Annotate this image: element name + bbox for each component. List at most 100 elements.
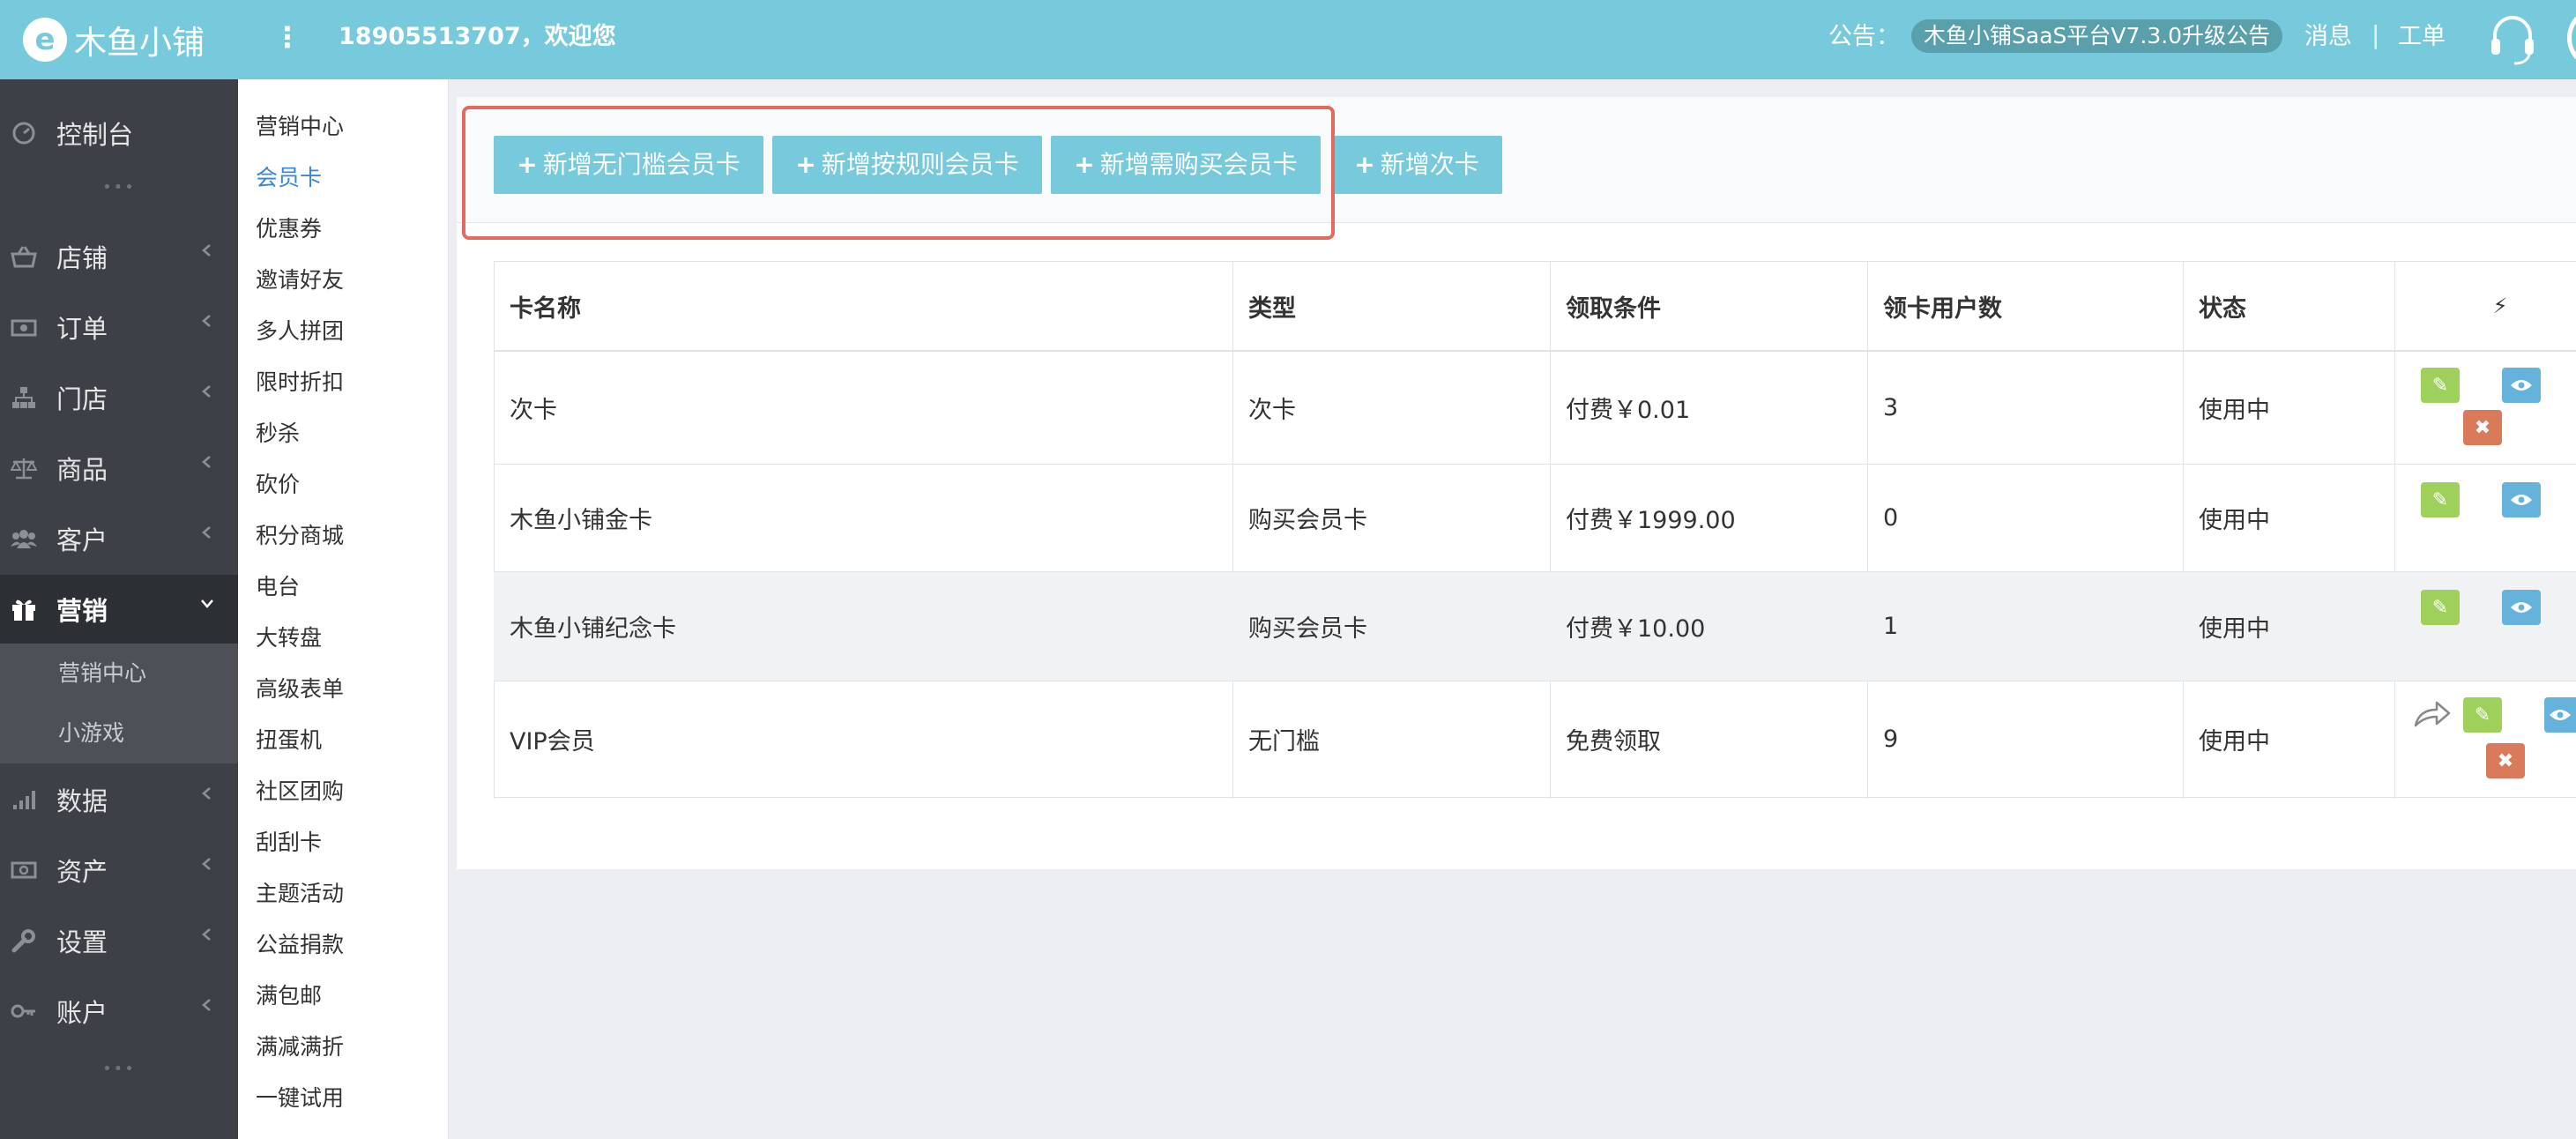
sidebar-subitem-mini-games[interactable]: 小游戏 <box>0 704 238 763</box>
submenu-item[interactable]: 高级表单 <box>256 674 344 705</box>
chevron-left-icon <box>202 999 211 1011</box>
sidebar-item-label: 账户 <box>56 998 108 1028</box>
submenu-item[interactable]: 大转盘 <box>256 622 322 654</box>
menu-toggle-icon[interactable]: ⋮ <box>273 19 302 55</box>
sidebar-item-label: 设置 <box>56 927 108 957</box>
sidebar-item-label: 营销 <box>56 596 108 626</box>
add-count-card-button[interactable]: + 新增次卡 <box>1331 136 1502 194</box>
button-label: 新增次卡 <box>1380 150 1479 179</box>
secondary-menu: 营销中心 会员卡 优惠券 邀请好友 多人拼团 限时折扣 秒杀 砍价 积分商城 电… <box>238 79 449 1139</box>
bolt-icon: ⚡ <box>2492 294 2508 318</box>
pencil-icon[interactable]: ✎ <box>2421 368 2460 403</box>
card-name: 木鱼小铺金卡 <box>510 507 652 534</box>
dashboard-icon <box>11 120 37 146</box>
submenu-item[interactable]: 满包邮 <box>256 980 322 1012</box>
sidebar-item-account[interactable]: 账户 <box>0 977 238 1046</box>
scale-icon <box>11 455 37 481</box>
sidebar-item-settings[interactable]: 设置 <box>0 906 238 975</box>
messages-link[interactable]: 消息 <box>2304 19 2352 55</box>
submenu-item[interactable]: 满减满折 <box>256 1031 344 1063</box>
column-header-type: 类型 <box>1248 294 1296 323</box>
sidebar-item-assets[interactable]: 资产 <box>0 836 238 904</box>
submenu-item[interactable]: 砍价 <box>256 469 300 501</box>
submenu-item[interactable]: 多人拼团 <box>256 316 344 347</box>
submenu-item[interactable]: 主题活动 <box>256 878 344 910</box>
pencil-icon[interactable]: ✎ <box>2421 482 2460 517</box>
submenu-item[interactable]: 扭蛋机 <box>256 725 322 756</box>
notice-link[interactable]: 木鱼小铺SaaS平台V7.3.0升级公告 <box>1911 19 2283 53</box>
close-icon[interactable]: ✖ <box>2486 743 2525 778</box>
table-header-row: 卡名称 类型 领取条件 领卡用户数 状态 ⚡ <box>494 262 2576 352</box>
logo-text: 木鱼小铺 <box>74 24 205 62</box>
eye-icon[interactable] <box>2544 697 2576 733</box>
sidebar-item-label: 商品 <box>56 455 108 485</box>
gift-icon <box>11 596 37 622</box>
eye-icon[interactable] <box>2502 590 2541 625</box>
submenu-item[interactable]: 社区团购 <box>256 776 344 808</box>
close-icon[interactable]: ✖ <box>2463 410 2502 445</box>
welcome-text: 18905513707，欢迎您 <box>339 23 616 50</box>
sidebar-item-store[interactable]: 店铺 <box>0 222 238 291</box>
eye-icon[interactable] <box>2502 368 2541 403</box>
money-icon <box>11 314 37 340</box>
sidebar-item-label: 店铺 <box>56 243 108 273</box>
card-type: 无门槛 <box>1248 728 1320 756</box>
card-status: 使用中 <box>2199 507 2270 534</box>
submenu-item[interactable]: 公益捐款 <box>256 929 344 961</box>
sidebar-item-dashboard[interactable]: 控制台 <box>0 99 238 168</box>
sidebar-item-orders[interactable]: 订单 <box>0 293 238 361</box>
sidebar-item-data[interactable]: 数据 <box>0 765 238 834</box>
tickets-link[interactable]: 工单 <box>2398 19 2446 55</box>
submenu-item[interactable]: 营销中心 <box>256 111 344 143</box>
card-condition: 免费领取 <box>1566 728 1661 756</box>
card-users: 9 <box>1883 726 1899 753</box>
submenu-item[interactable]: 一键试用 <box>256 1083 344 1114</box>
pencil-icon[interactable]: ✎ <box>2421 590 2460 625</box>
table-row: 木鱼小铺纪念卡 购买会员卡 付费￥10.00 1 使用中 ✎ <box>494 572 2576 681</box>
table-row: VIP会员 无门槛 免费领取 9 使用中 ✎ ✖ <box>494 681 2576 798</box>
users-icon <box>11 525 37 552</box>
avatar[interactable] <box>2567 9 2576 67</box>
sidebar-item-label: 客户 <box>56 525 108 555</box>
card-condition: 付费￥0.01 <box>1566 397 1691 424</box>
sidebar-item-marketing[interactable]: 营销 <box>0 575 238 644</box>
card-type: 购买会员卡 <box>1248 615 1367 643</box>
chevron-left-icon <box>202 244 211 257</box>
card-status: 使用中 <box>2199 728 2270 756</box>
sidebar-item-stores[interactable]: 门店 <box>0 363 238 432</box>
chevron-left-icon <box>202 526 211 539</box>
highlight-frame <box>462 106 1335 240</box>
sidebar-subitem-marketing-center[interactable]: 营销中心 <box>0 644 238 704</box>
card-name: 次卡 <box>510 397 557 424</box>
share-icon[interactable] <box>2412 697 2453 729</box>
submenu-item[interactable]: 积分商城 <box>256 520 344 552</box>
submenu-item[interactable]: 电台 <box>256 571 300 603</box>
eye-icon[interactable] <box>2502 482 2541 517</box>
pencil-icon[interactable]: ✎ <box>2463 697 2502 733</box>
sidebar-item-products[interactable]: 商品 <box>0 434 238 502</box>
submenu-item[interactable]: 优惠券 <box>256 213 322 245</box>
submenu-item[interactable]: 邀请好友 <box>256 264 344 296</box>
card-type: 次卡 <box>1248 397 1296 424</box>
sidebar-item-label: 资产 <box>56 857 108 887</box>
sitemap-icon <box>11 384 37 411</box>
table-row: 木鱼小铺金卡 购买会员卡 付费￥1999.00 0 使用中 ✎ <box>494 465 2576 572</box>
submenu-item[interactable]: 秒杀 <box>256 418 300 450</box>
submenu-item[interactable]: 刮刮卡 <box>256 827 322 859</box>
card-users: 0 <box>1883 504 1899 532</box>
sidebar-item-label: 订单 <box>56 314 108 344</box>
chevron-left-icon <box>202 315 211 327</box>
sidebar-item-label: 门店 <box>56 384 108 414</box>
column-header-name: 卡名称 <box>510 294 581 323</box>
sidebar-item-customers[interactable]: 客户 <box>0 504 238 573</box>
cash-icon <box>11 857 37 883</box>
submenu-item[interactable]: 限时折扣 <box>256 367 344 398</box>
sidebar-item-label: 数据 <box>56 786 108 816</box>
headset-icon[interactable] <box>2488 11 2537 67</box>
logo[interactable]: e 木鱼小铺 <box>23 14 205 65</box>
table-row: 次卡 次卡 付费￥0.01 3 使用中 ✎ ✖ <box>494 352 2576 465</box>
signal-icon <box>11 786 37 813</box>
submenu-item-active[interactable]: 会员卡 <box>256 162 322 194</box>
notice-label: 公告： <box>1828 23 1900 50</box>
card-users: 3 <box>1883 394 1899 421</box>
